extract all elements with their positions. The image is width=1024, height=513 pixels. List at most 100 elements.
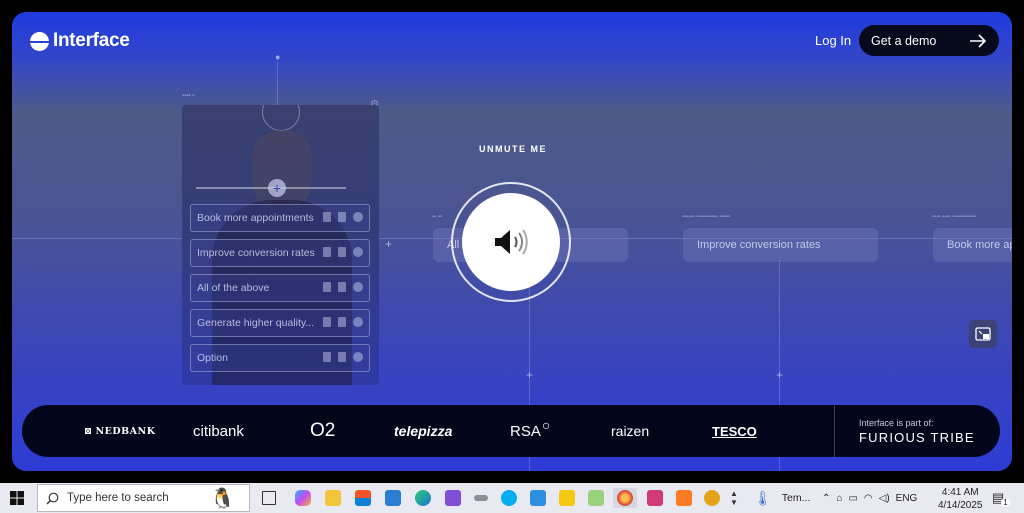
firefox-icon[interactable] [613,488,637,508]
login-link[interactable]: Log In [815,33,851,48]
option-actions [323,352,363,362]
notifications-button[interactable]: ▤ 1 [992,483,1013,513]
file-explorer-icon[interactable] [323,488,343,508]
microsoft-store-icon[interactable] [353,488,373,508]
meet-now-icon[interactable]: ⌂ [836,493,842,504]
reorder-icon[interactable] [338,317,346,327]
brand-logo-nedbank: ⊠ NEDBANK [84,425,156,437]
taskbar: Type here to search 🐧 ▲ ▼ 🌡 Tem... ⌃ ⌂ ▭ … [0,483,1024,513]
picture-in-picture-icon [975,327,991,341]
task-view-icon[interactable] [259,488,279,508]
flow-connector [277,62,278,107]
play-icon[interactable] [262,105,300,131]
brand-logo-rsa: RSA ○ [510,417,551,440]
windows-start-icon[interactable] [10,491,24,505]
copilot-icon[interactable] [293,488,313,508]
search-icon [46,492,59,504]
notepad-icon[interactable] [586,488,606,508]
taskbar-search-box[interactable]: Type here to search 🐧 [37,484,250,512]
flow-dot-icon: ● [275,52,281,62]
option-row[interactable]: All of the above [190,274,370,302]
weather-label: Tem... [781,492,811,504]
visual-studio-icon[interactable] [443,488,463,508]
picture-in-picture-button[interactable] [969,320,997,348]
brand-logo-raizen: raizen [611,423,650,439]
step-label: ▪▪▪▪ ▪ [182,93,195,99]
mail-icon[interactable] [383,488,403,508]
node-caption: ▪▪▪▪ ▪▪▪▪ ▪▪▪▪▪▪▪▪▪▪▪ [932,214,976,220]
wifi-icon[interactable]: ◠ [864,493,873,504]
volume-icon[interactable]: ◁) [879,493,890,504]
unmute-button[interactable] [462,193,560,291]
power-bi-icon[interactable] [557,488,577,508]
chevron-up-icon[interactable]: ⌃ [822,493,830,504]
reorder-icon[interactable] [338,247,346,257]
option-actions [323,282,363,292]
skype-icon[interactable] [499,488,519,508]
option-label: Book more appointments [197,212,314,224]
brand-text: RSA [510,422,541,440]
unmute-label: UNMUTE ME [479,144,547,154]
trash-icon[interactable] [323,212,331,222]
brand-logo-tesco: TESCO [712,423,757,439]
web-page: ● ▪▪▪▪ ▪ + + + ▪▪ ▪▪ ▪▪▪▪▪▪ ▪▪▪▪▪▪▪▪▪▪ ▪… [12,12,1012,471]
reorder-icon[interactable] [338,352,346,362]
gear-icon[interactable] [353,282,363,292]
client-logo-strip: ⊠ NEDBANK citibank O2 telepizza RSA ○ raiz… [22,405,1000,457]
trash-icon[interactable] [323,352,331,362]
xampp-icon[interactable] [674,488,694,508]
brand-name: Interface [53,30,130,51]
add-step-icon[interactable]: + [526,368,533,382]
game-app-icon[interactable] [702,488,722,508]
system-tray: ⌃ ⌂ ▭ ◠ ◁) ENG [822,483,917,513]
node-caption: ▪▪▪▪▪▪ ▪▪▪▪▪▪▪▪▪▪ ▪▪▪▪▪ [682,214,730,220]
presenter-face [252,130,312,210]
gear-icon[interactable] [353,352,363,362]
arrow-right-icon [970,33,987,48]
parent-company: Interface is part of: FURIOUS TRIBE [834,405,1000,457]
brand-logo-telepizza: telepizza [394,423,453,439]
search-placeholder: Type here to search [67,492,169,504]
input-language[interactable]: ENG [896,493,918,504]
logo-mark-icon [30,31,49,51]
battery-icon[interactable]: ▭ [848,493,857,504]
flow-node-label: Book more ap [947,239,1012,251]
get-demo-button[interactable]: Get a demo [859,25,999,56]
trash-icon[interactable] [323,282,331,292]
furious-tribe-logo: FURIOUS TRIBE [859,430,975,445]
brand-logo[interactable]: Interface [30,30,130,52]
option-row[interactable]: Improve conversion rates [190,239,370,267]
app-pink-icon[interactable] [645,488,665,508]
flow-node[interactable]: Book more ap [933,228,1012,262]
clock[interactable]: 4:41 AM 4/14/2025 [938,486,983,512]
option-label: Improve conversion rates [197,247,315,259]
flow-node-label: Improve conversion rates [697,239,821,251]
node-caption: ▪▪ ▪▪ [432,214,443,220]
option-actions [323,317,363,327]
gear-icon[interactable] [353,317,363,327]
trash-icon[interactable] [323,317,331,327]
speaker-volume-icon [495,229,528,255]
thermometer-icon: 🌡 [754,489,772,506]
edge-icon[interactable] [413,488,433,508]
tool-app-icon[interactable] [471,488,491,508]
trash-icon[interactable] [323,247,331,257]
gear-icon[interactable] [353,212,363,222]
option-actions [323,247,363,257]
reorder-icon[interactable] [338,212,346,222]
add-step-icon[interactable]: + [385,237,392,251]
add-step-icon[interactable]: + [776,368,783,382]
brand-logo-o2: O2 [310,420,336,441]
weather-widget[interactable]: 🌡 Tem... [754,483,810,513]
flow-node[interactable]: Improve conversion rates [683,228,878,262]
taskbar-overflow-icon[interactable]: ▲ ▼ [728,488,740,508]
scrubber-knob-plus-icon[interactable]: + [268,179,286,197]
video-player[interactable]: + Book more appointments Improve convers… [182,105,379,385]
reorder-icon[interactable] [338,282,346,292]
brand-logo-citibank: citibank [193,422,244,440]
option-row[interactable]: Book more appointments [190,204,370,232]
option-row[interactable]: Generate higher quality... [190,309,370,337]
sync-app-icon[interactable] [528,488,548,508]
gear-icon[interactable] [353,247,363,257]
option-row[interactable]: Option [190,344,370,372]
